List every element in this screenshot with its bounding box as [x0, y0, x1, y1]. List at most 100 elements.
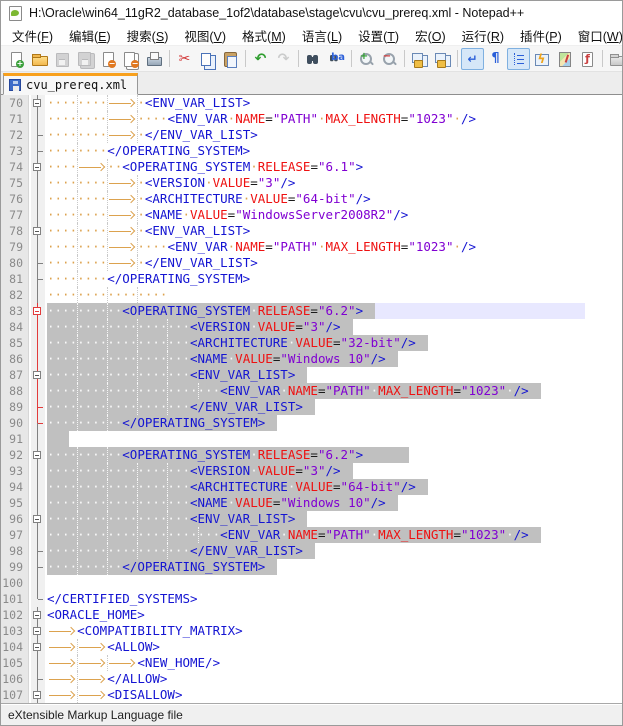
code-text[interactable]: ···· ··<OPERATING_SYSTEM·RELEASE="6.1"> — [45, 159, 622, 175]
fold-toggle-icon[interactable] — [31, 511, 45, 527]
fold-toggle-icon[interactable] — [31, 687, 45, 703]
fold-toggle-icon[interactable] — [31, 447, 45, 463]
fold-toggle-icon[interactable] — [31, 639, 45, 655]
code-text[interactable]: ··········</OPERATING_SYSTEM> — [45, 559, 622, 575]
code-text[interactable]: </CERTIFIED_SYSTEMS> — [45, 591, 622, 607]
code-text[interactable]: ··········<OPERATING_SYSTEM·RELEASE="6.2… — [45, 303, 622, 319]
code-text[interactable] — [45, 431, 622, 447]
function-completion-button[interactable]: ϟ — [530, 48, 553, 70]
replace-button[interactable]: ba — [325, 48, 348, 70]
code-line-86[interactable]: 86 ···················<NAME·VALUE="Window… — [1, 351, 622, 367]
code-text[interactable]: ········ ·</ENV_VAR_LIST> — [45, 127, 622, 143]
code-line-107[interactable]: 107 <DISALLOW> — [1, 687, 622, 703]
menu-item-edit[interactable]: 编辑(E) — [61, 24, 119, 47]
code-text[interactable]: ···················</ENV_VAR_LIST> — [45, 543, 622, 559]
code-line-106[interactable]: 106 </ALLOW> — [1, 671, 622, 687]
code-line-88[interactable]: 88 ·······················<ENV_VAR·NAME="… — [1, 383, 622, 399]
zoom-in-button[interactable]: + — [355, 48, 378, 70]
code-line-83[interactable]: 83 ··········<OPERATING_SYSTEM·RELEASE="6… — [1, 303, 622, 319]
menu-item-macro[interactable]: 宏(O) — [407, 24, 454, 47]
menu-item-settings[interactable]: 设置(T) — [350, 24, 407, 47]
code-text[interactable]: ···················</ENV_VAR_LIST> — [45, 399, 622, 415]
code-line-99[interactable]: 99 ··········</OPERATING_SYSTEM> — [1, 559, 622, 575]
code-text[interactable]: ··········</OPERATING_SYSTEM> — [45, 415, 622, 431]
code-text[interactable]: ········ ·<ENV_VAR_LIST> — [45, 223, 622, 239]
code-text[interactable]: ·······················<ENV_VAR·NAME="PA… — [45, 527, 622, 543]
code-line-74[interactable]: 74 ···· ··<OPERATING_SYSTEM·RELEASE="6.1"> — [1, 159, 622, 175]
code-line-95[interactable]: 95 ···················<NAME·VALUE="Window… — [1, 495, 622, 511]
code-line-103[interactable]: 103 <COMPATIBILITY_MATRIX> — [1, 623, 622, 639]
fold-toggle-icon[interactable] — [31, 159, 45, 175]
code-line-89[interactable]: 89 ···················</ENV_VAR_LIST> — [1, 399, 622, 415]
fold-toggle-icon[interactable] — [31, 223, 45, 239]
code-text[interactable]: </ALLOW> — [45, 671, 622, 687]
code-line-75[interactable]: 75 ········ ·<VERSION·VALUE="3"/> — [1, 175, 622, 191]
code-line-101[interactable]: 101 </CERTIFIED_SYSTEMS> — [1, 591, 622, 607]
code-text[interactable]: ········</OPERATING_SYSTEM> — [45, 271, 622, 287]
code-line-82[interactable]: 82 ················ — [1, 287, 622, 303]
redo-button[interactable]: ↷ — [272, 48, 295, 70]
word-wrap-button[interactable]: ↵ — [461, 47, 484, 70]
fold-toggle-icon[interactable] — [31, 623, 45, 639]
menu-item-encoding[interactable]: 格式(M) — [234, 24, 294, 47]
code-text[interactable]: ···················<ARCHITECTURE·VALUE="… — [45, 335, 622, 351]
close-button[interactable]: − — [97, 48, 120, 70]
menu-item-view[interactable]: 视图(V) — [176, 24, 234, 47]
code-text[interactable]: ········ ·</ENV_VAR_LIST> — [45, 255, 622, 271]
save-button[interactable] — [51, 48, 74, 70]
code-text[interactable] — [45, 575, 622, 591]
code-text[interactable]: ········ ····<ENV_VAR·NAME="PATH"·MAX_LEN… — [45, 239, 622, 255]
fold-toggle-icon[interactable] — [31, 95, 45, 111]
code-text[interactable]: <COMPATIBILITY_MATRIX> — [45, 623, 622, 639]
code-line-85[interactable]: 85 ···················<ARCHITECTURE·VALUE… — [1, 335, 622, 351]
code-line-70[interactable]: 70 ········ ·<ENV_VAR_LIST> — [1, 95, 622, 111]
code-line-92[interactable]: 92 ··········<OPERATING_SYSTEM·RELEASE="6… — [1, 447, 622, 463]
code-text[interactable]: ········ ·<VERSION·VALUE="3"/> — [45, 175, 622, 191]
code-line-87[interactable]: 87 ···················<ENV_VAR_LIST> — [1, 367, 622, 383]
fold-toggle-icon[interactable] — [31, 367, 45, 383]
folder-as-workspace-button[interactable] — [606, 48, 622, 70]
close-all-button[interactable]: − — [120, 48, 143, 70]
code-line-105[interactable]: 105 <NEW_HOME/> — [1, 655, 622, 671]
code-text[interactable]: ···················<VERSION·VALUE="3"/> — [45, 463, 622, 479]
menu-item-search[interactable]: 搜索(S) — [119, 24, 177, 47]
code-text[interactable]: ········ ····<ENV_VAR·NAME="PATH"·MAX_LEN… — [45, 111, 622, 127]
code-line-97[interactable]: 97 ·······················<ENV_VAR·NAME="… — [1, 527, 622, 543]
show-indent-guide-button[interactable] — [507, 47, 530, 70]
document-map-button[interactable] — [553, 48, 576, 70]
code-line-84[interactable]: 84 ···················<VERSION·VALUE="3"/… — [1, 319, 622, 335]
menu-item-window[interactable]: 窗口(W) — [570, 24, 622, 47]
code-text[interactable]: <ORACLE_HOME> — [45, 607, 622, 623]
code-text[interactable]: ·······················<ENV_VAR·NAME="PA… — [45, 383, 622, 399]
menu-item-run[interactable]: 运行(R) — [454, 24, 512, 47]
new-file-button[interactable]: + — [5, 48, 28, 70]
copy-button[interactable] — [196, 48, 219, 70]
code-text[interactable]: <NEW_HOME/> — [45, 655, 622, 671]
editor[interactable]: 70 ········ ·<ENV_VAR_LIST> 71 ········ ····<… — [1, 95, 622, 703]
cut-button[interactable]: ✂ — [173, 48, 196, 70]
code-line-98[interactable]: 98 ···················</ENV_VAR_LIST> — [1, 543, 622, 559]
undo-button[interactable]: ↶ — [249, 48, 272, 70]
print-button[interactable] — [143, 48, 166, 70]
code-line-91[interactable]: 91 — [1, 431, 622, 447]
code-line-102[interactable]: 102 <ORACLE_HOME> — [1, 607, 622, 623]
code-line-90[interactable]: 90 ··········</OPERATING_SYSTEM> — [1, 415, 622, 431]
code-line-73[interactable]: 73 ········</OPERATING_SYSTEM> — [1, 143, 622, 159]
code-text[interactable]: <DISALLOW> — [45, 687, 622, 703]
code-line-104[interactable]: 104 <ALLOW> — [1, 639, 622, 655]
find-button[interactable] — [302, 48, 325, 70]
code-text[interactable]: ········ ·<ARCHITECTURE·VALUE="64-bit"/> — [45, 191, 622, 207]
code-line-81[interactable]: 81 ········</OPERATING_SYSTEM> — [1, 271, 622, 287]
code-line-71[interactable]: 71 ········ ····<ENV_VAR·NAME="PATH"·MAX_L… — [1, 111, 622, 127]
open-file-button[interactable] — [28, 48, 51, 70]
code-line-100[interactable]: 100 — [1, 575, 622, 591]
menu-item-language[interactable]: 语言(L) — [294, 24, 350, 47]
tab-cvu-prereq-xml[interactable]: cvu_prereq.xml — [3, 73, 139, 95]
menu-item-file[interactable]: 文件(F) — [4, 24, 61, 47]
sync-horizontal-scroll-button[interactable] — [431, 48, 454, 70]
code-text[interactable]: <ALLOW> — [45, 639, 622, 655]
code-line-77[interactable]: 77 ········ ·<NAME·VALUE="WindowsServer200… — [1, 207, 622, 223]
paste-button[interactable] — [219, 48, 242, 70]
code-text[interactable]: ········ ·<ENV_VAR_LIST> — [45, 95, 622, 111]
code-line-93[interactable]: 93 ···················<VERSION·VALUE="3"/… — [1, 463, 622, 479]
